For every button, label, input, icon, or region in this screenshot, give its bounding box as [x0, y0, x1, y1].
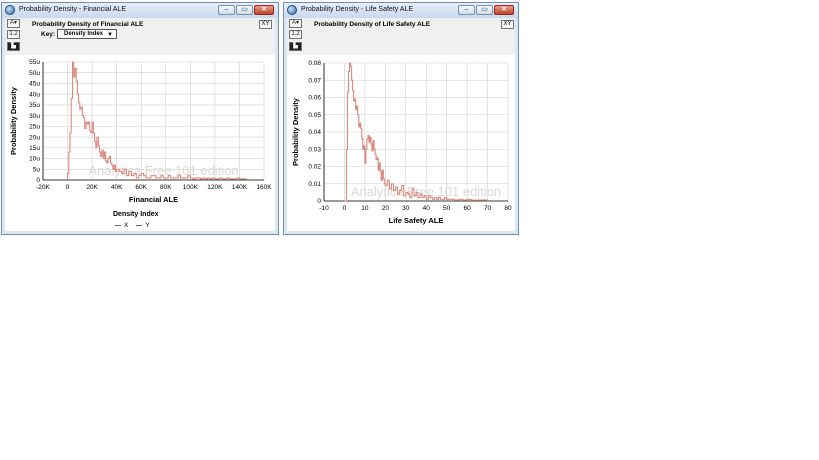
x-tick-label: 80 — [504, 205, 512, 212]
y-tick-label: 0.04 — [308, 129, 321, 136]
y-tick-label: 5u — [33, 166, 41, 173]
y-tick-label: 0.08 — [308, 60, 321, 67]
window-titlebar[interactable]: Probability Density - Life Safety ALE – … — [284, 3, 518, 18]
y-tick-label: 55u — [29, 59, 40, 66]
window-client-area: A▾ 1.2 ▙ Probability Density of Life Saf… — [287, 18, 515, 231]
restore-button[interactable]: ▭ — [236, 5, 253, 15]
y-tick-label: 0.07 — [308, 77, 321, 84]
key-dropdown-value: Density Index — [64, 31, 104, 37]
table-view-icon[interactable]: 1.2 — [7, 30, 20, 39]
xy-button[interactable]: XY — [259, 20, 272, 29]
analytica-app-icon — [5, 5, 15, 15]
financial-density-chart: -20K 0 20K 40K 60K 80K 100K 120K 140K 160K05u10u1… — [9, 59, 272, 204]
financial-ale-window[interactable]: Probability Density - Financial ALE – ▭ … — [1, 2, 279, 235]
x-axis-title: Financial ALE — [129, 195, 178, 204]
key-label: Key: — [41, 31, 56, 38]
legend-item-y: Y — [136, 222, 150, 229]
key-dropdown[interactable]: Density Index ▼ — [57, 29, 117, 39]
x-tick-label: 120K — [207, 184, 223, 191]
x-axis-title: Life Safety ALE — [389, 216, 444, 225]
y-tick-label: 45u — [29, 81, 40, 88]
graph-style-icon[interactable]: A▾ — [289, 19, 302, 28]
y-axis-title: Probability Density — [9, 86, 18, 155]
graph-header: A▾ 1.2 ▙ Probability Density of Life Saf… — [287, 18, 515, 55]
graph-style-icon[interactable]: A▾ — [7, 19, 20, 28]
legend-item-x: X — [115, 222, 128, 229]
y-tick-label: 0.02 — [308, 164, 321, 171]
y-tick-label: 15u — [29, 145, 40, 152]
y-tick-label: 0.06 — [308, 95, 321, 102]
y-tick-label: 20u — [29, 134, 40, 141]
x-tick-label: 50 — [443, 205, 451, 212]
y-tick-label: 10u — [29, 156, 40, 163]
y-tick-label: 0.05 — [308, 112, 321, 119]
close-button[interactable]: ✕ — [254, 5, 274, 15]
x-tick-label: 100K — [183, 184, 199, 191]
x-tick-label: 70 — [484, 205, 492, 212]
x-tick-label: 20K — [86, 184, 98, 191]
x-tick-label: 0 — [66, 184, 70, 191]
x-tick-label: 160K — [256, 184, 272, 191]
x-tick-label: 60 — [463, 205, 471, 212]
x-tick-label: 20 — [382, 205, 390, 212]
window-title: Probability Density - Financial ALE — [19, 6, 126, 13]
window-client-area: A▾ 1.2 ▙ Probability Density of Financia… — [5, 18, 275, 231]
y-axis-title: Probability Density — [291, 97, 300, 166]
legend-title: Density Index — [113, 211, 159, 218]
y-tick-label: 50u — [29, 70, 40, 77]
chart-title: Probability Density of Life Safety ALE — [314, 21, 431, 28]
graph-view-icon[interactable]: ▙ — [289, 42, 302, 51]
y-tick-label: 0.01 — [308, 181, 321, 188]
y-tick-label: 30u — [29, 113, 40, 120]
life-safety-ale-window[interactable]: Probability Density - Life Safety ALE – … — [283, 2, 519, 235]
y-tick-label: 25u — [29, 124, 40, 131]
y-tick-label: 0.03 — [308, 146, 321, 153]
restore-button[interactable]: ▭ — [476, 5, 493, 15]
minimize-button[interactable]: – — [458, 5, 475, 15]
legend: X Y — [115, 222, 150, 229]
x-tick-label: 0 — [343, 205, 347, 212]
chart-title: Probability Density of Financial ALE — [32, 21, 144, 28]
close-button[interactable]: ✕ — [494, 5, 514, 15]
life-safety-density-chart: -10 0 10 20 30 40 50 60 70 8000.010.020.030.040.0… — [291, 60, 512, 225]
x-tick-label: 30 — [402, 205, 410, 212]
x-tick-label: 10 — [361, 205, 369, 212]
x-tick-label: 140K — [232, 184, 248, 191]
xy-button[interactable]: XY — [501, 20, 514, 29]
window-title: Probability Density - Life Safety ALE — [301, 6, 414, 13]
x-tick-label: 60K — [135, 184, 147, 191]
y-tick-label: 0 — [317, 198, 321, 205]
window-titlebar[interactable]: Probability Density - Financial ALE – ▭ … — [2, 3, 278, 18]
y-tick-label: 35u — [29, 102, 40, 109]
graph-view-icon[interactable]: ▙ — [7, 42, 20, 51]
graph-header: A▾ 1.2 ▙ Probability Density of Financia… — [5, 18, 275, 55]
dropdown-arrow-icon: ▼ — [107, 32, 113, 38]
y-tick-label: 40u — [29, 91, 40, 98]
x-tick-label: 40K — [111, 184, 123, 191]
y-tick-label: 0 — [36, 177, 40, 184]
analytica-app-icon — [287, 5, 297, 15]
x-tick-label: -10 — [319, 205, 329, 212]
minimize-button[interactable]: – — [218, 5, 235, 15]
x-tick-label: 80K — [160, 184, 172, 191]
x-tick-label: 40 — [423, 205, 431, 212]
table-view-icon[interactable]: 1.2 — [289, 30, 302, 39]
x-tick-label: -20K — [36, 184, 50, 191]
